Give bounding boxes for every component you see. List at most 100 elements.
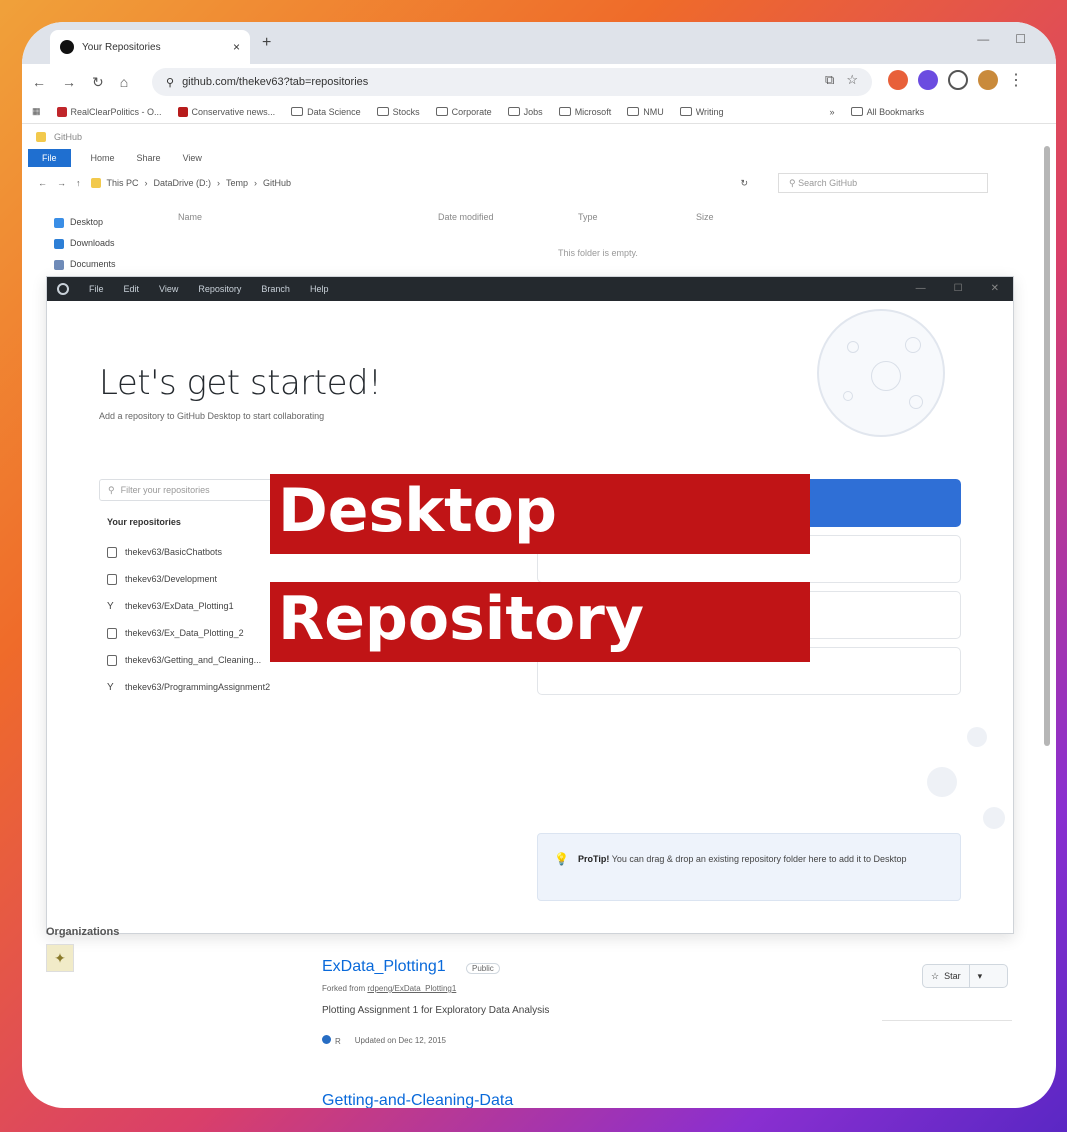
tab-your-repositories[interactable]: Your Repositories × [50,30,250,64]
explorer-title: GitHub [54,132,83,142]
reload-icon[interactable]: ↻ [92,74,104,91]
language-color-dot [322,1035,331,1044]
ribbon-tab-share[interactable]: Share [137,153,161,163]
up-icon[interactable]: ↑ [76,178,81,188]
bookmark-folder[interactable]: NMU [627,107,664,117]
bookmark-star-icon[interactable]: ☆ [846,72,858,88]
lightbulb-icon: 💡 [554,852,569,866]
all-bookmarks-folder[interactable]: All Bookmarks [850,107,924,117]
menu-branch[interactable]: Branch [261,284,290,294]
bookmark-folder[interactable]: Jobs [507,107,543,117]
minimize-icon[interactable]: — [977,32,989,46]
repo-meta: R Updated on Dec 12, 2015 [322,1035,446,1046]
star-icon: ☆ [931,970,940,981]
bookmark-folder[interactable]: Writing [679,107,724,117]
repo-icon [107,628,117,639]
organizations-label: Organizations [46,926,120,938]
list-item[interactable]: thekev63/BasicChatbots [107,539,270,566]
repo-icon [107,574,117,585]
forward-icon[interactable]: → [62,74,76,90]
home-icon[interactable]: ⌂ [120,74,128,90]
empty-folder-message: This folder is empty. [558,248,638,258]
menu-edit[interactable]: Edit [124,284,140,294]
refresh-icon[interactable]: ↻ [741,178,749,189]
star-dropdown-icon[interactable]: ▾ [970,971,991,982]
list-item[interactable]: Ythekev63/ProgrammingAssignment2 [107,674,270,701]
menu-view[interactable]: View [159,284,178,294]
site-info-icon[interactable]: ⚲ [166,76,174,89]
forward-icon[interactable]: → [57,178,66,188]
close-icon[interactable]: ✕ [991,283,999,294]
maximize-icon[interactable]: ☐ [1015,32,1026,46]
list-item[interactable]: Ythekev63/ExData_Plotting1 [107,593,270,620]
back-icon[interactable]: ← [38,178,47,188]
address-bar[interactable]: ⚲ github.com/thekev63?tab=repositories ⧉… [152,68,872,96]
list-item[interactable]: thekev63/Development [107,566,270,593]
tab-strip: Your Repositories × + — ☐ [22,22,1056,64]
moon-illustration [817,309,945,437]
forked-from-link[interactable]: rdpeng/ExData_Plotting1 [367,984,456,993]
folder-icon [435,107,448,116]
sidebar-item-downloads[interactable]: Downloads [54,233,116,254]
protip-label: ProTip! [578,854,610,864]
repo-language: R [335,1037,341,1046]
ribbon-tab-view[interactable]: View [183,153,202,163]
bookmark-item[interactable]: RealClearPolitics - O... [56,106,162,117]
page-scrollbar[interactable] [1044,146,1050,746]
folder-icon [507,107,520,116]
bookmark-folder[interactable]: Data Science [291,107,361,117]
bookmark-item[interactable]: Conservative news... [177,106,275,117]
minimize-icon[interactable]: — [916,283,926,294]
star-button[interactable]: ☆ Star ▾ [922,964,1008,988]
list-item[interactable]: thekev63/Ex_Data_Plotting_2 [107,620,270,647]
column-size[interactable]: Size [696,212,756,222]
menu-repository[interactable]: Repository [198,284,241,294]
apps-grid-icon[interactable]: ▦ [32,106,41,117]
profile-avatar[interactable] [978,70,998,90]
organization-avatar[interactable]: ✦ [46,944,74,972]
explorer-search-input[interactable]: ⚲ Search GitHub [778,173,989,193]
sidebar-item-desktop[interactable]: Desktop [54,212,116,233]
folder-icon [627,107,640,116]
new-tab-button[interactable]: + [262,34,271,52]
file-explorer-window: GitHub File Home Share View ← → ↑ This P… [28,126,1044,296]
news-favicon-icon [177,106,188,117]
menu-help[interactable]: Help [310,284,329,294]
extensions-puzzle-icon[interactable] [948,70,968,90]
repo-link[interactable]: ExData_Plotting1 [322,958,446,976]
list-item[interactable]: thekev63/Getting_and_Cleaning... [107,647,270,674]
extension-icon[interactable] [918,70,938,90]
bookmark-folder[interactable]: Microsoft [558,107,611,117]
column-date[interactable]: Date modified [438,212,578,222]
folder-icon [36,132,46,142]
column-name[interactable]: Name [178,212,438,222]
explorer-breadcrumb[interactable]: This PC › DataDrive (D:) › Temp › GitHub [90,178,731,188]
chrome-menu-icon[interactable]: ⋮ [1008,70,1024,90]
browser-screen: Your Repositories × + — ☐ ← → ↻ ⌂ ⚲ gith… [22,22,1056,1108]
bookmarks-overflow-icon[interactable]: » [830,107,835,117]
folder-icon [90,178,101,188]
maximize-icon[interactable]: ☐ [954,283,963,294]
omnibox-actions: ⧉ ☆ [825,72,858,88]
bookmarks-bar: ▦ RealClearPolitics - O... Conservative … [22,100,1056,124]
desktop-window-controls: — ☐ ✕ [916,283,999,294]
forked-from-text: Forked from rdpeng/ExData_Plotting1 [322,984,457,993]
url-text: github.com/thekev63?tab=repositories [182,76,369,88]
desktop-menubar: File Edit View Repository Branch Help — … [47,277,1013,301]
explorer-titlebar: GitHub [28,126,1044,148]
repo-link[interactable]: Getting-and-Cleaning-Data [322,1092,513,1108]
realclear-favicon-icon [56,106,67,117]
explorer-navbar: ← → ↑ This PC › DataDrive (D:) › Temp › Git… [28,168,1044,198]
install-app-icon[interactable]: ⧉ [825,72,834,88]
menu-file[interactable]: File [89,284,104,294]
sidebar-item-documents[interactable]: Documents [54,254,116,275]
bookmark-folder[interactable]: Stocks [376,107,420,117]
visibility-badge: Public [466,963,500,974]
column-type[interactable]: Type [578,212,696,222]
back-icon[interactable]: ← [32,74,46,90]
ribbon-tab-home[interactable]: Home [91,153,115,163]
bookmark-folder[interactable]: Corporate [435,107,492,117]
ribbon-tab-file[interactable]: File [28,149,71,167]
extension-icon[interactable] [888,70,908,90]
close-tab-icon[interactable]: × [233,40,240,54]
